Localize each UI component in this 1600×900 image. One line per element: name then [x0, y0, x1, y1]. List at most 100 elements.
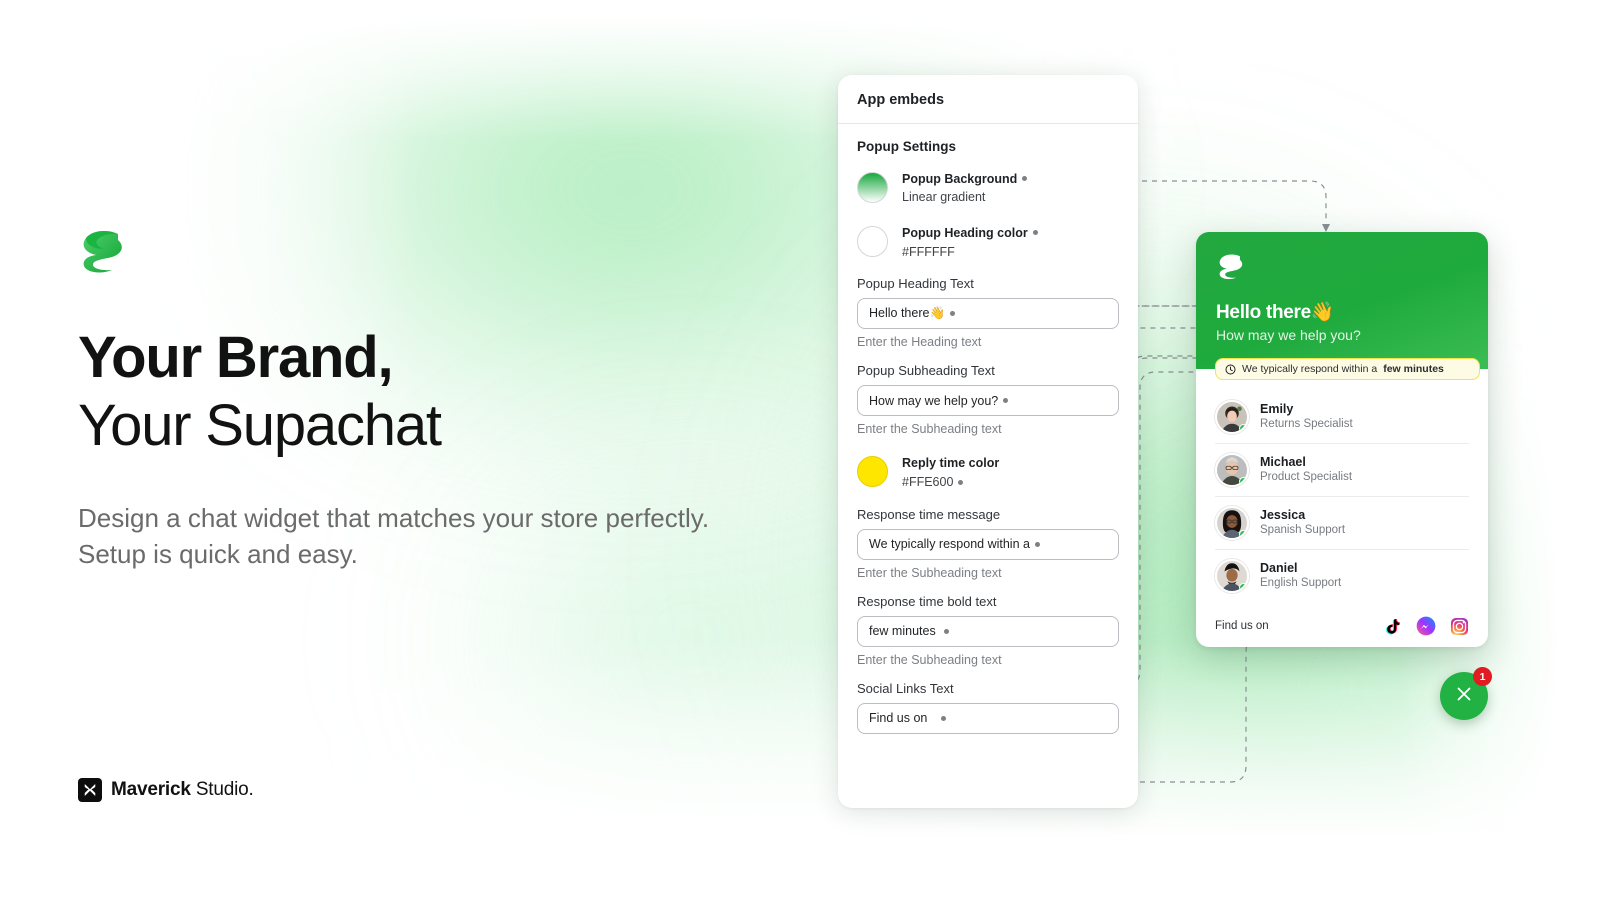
widget-footer: Find us on	[1196, 602, 1488, 636]
input-response-time-bold-text-value: few minutes	[869, 624, 936, 639]
connector-dot	[1022, 176, 1028, 182]
widget-subheading: How may we help you?	[1216, 327, 1361, 343]
input-response-time-bold-text[interactable]: few minutes	[857, 615, 1119, 647]
connector-dot	[1032, 230, 1038, 236]
agent-info: Emily Returns Specialist	[1260, 402, 1353, 433]
connector-dot	[943, 628, 949, 634]
app-embeds-panel: App embeds Popup Settings Popup Backgrou…	[838, 75, 1138, 808]
popup-heading-color-swatch[interactable]	[857, 225, 888, 257]
agent-list-item[interactable]: Daniel English Support	[1215, 550, 1469, 602]
popup-heading-color-label: Popup Heading color	[902, 226, 1028, 241]
headline-line-1: Your Brand,	[78, 325, 394, 390]
agent-name: Michael	[1260, 454, 1306, 469]
reply-time-color-text: Reply time color #FFE600	[902, 452, 999, 490]
widget-header: Hello there👋 How may we help you? We typ…	[1196, 232, 1488, 380]
unread-badge: 1	[1473, 667, 1492, 686]
avatar	[1215, 506, 1249, 540]
close-icon	[1453, 683, 1475, 710]
input-popup-subheading-text-value: How may we help you?	[869, 393, 999, 408]
input-popup-heading-text[interactable]: Hello there👋	[857, 298, 1119, 330]
reply-time-color-label: Reply time color	[902, 456, 1000, 471]
connector-dot	[958, 480, 964, 486]
connector-dot	[1034, 541, 1040, 547]
online-status-dot	[1239, 477, 1247, 485]
chat-widget-preview: Hello there👋 How may we help you? We typ…	[1196, 232, 1488, 647]
reply-banner-text: We typically respond within a	[1242, 363, 1378, 375]
panel-title: App embeds	[857, 92, 945, 108]
popup-background-text: Popup Background Linear gradient	[902, 168, 1028, 206]
connector-dot	[950, 311, 956, 317]
agent-list: Emily Returns Specialist Michael Product…	[1196, 369, 1488, 602]
help-response-time-message: Enter the Subheading text	[857, 565, 1002, 580]
agent-list-item[interactable]: Michael Product Specialist	[1215, 444, 1469, 497]
brand-name-light: Studio.	[190, 779, 254, 800]
agent-info: Michael Product Specialist	[1260, 455, 1352, 486]
input-response-time-message[interactable]: We typically respond within a	[857, 528, 1119, 560]
online-status-dot	[1239, 583, 1247, 591]
agent-info: Jessica Spanish Support	[1260, 508, 1345, 539]
supachat-s-logo-icon	[78, 230, 126, 274]
agent-role: English Support	[1260, 577, 1342, 590]
popup-heading-color-value: #FFFFFF	[902, 244, 955, 259]
background-fade-top	[0, 0, 1600, 140]
avatar	[1215, 453, 1249, 487]
connector-dot	[1003, 398, 1009, 404]
popup-heading-color-text: Popup Heading color #FFFFFF	[902, 222, 1038, 260]
label-popup-heading-text: Popup Heading Text	[857, 276, 974, 292]
maverick-logo-icon	[78, 778, 102, 802]
help-response-time-bold-text: Enter the Subheading text	[857, 652, 1002, 667]
page-title: Your Brand, Your Supachat	[78, 324, 778, 461]
help-popup-subheading-text: Enter the Subheading text	[857, 422, 1002, 437]
agent-role: Spanish Support	[1260, 524, 1346, 537]
agent-name: Emily	[1260, 401, 1294, 416]
reply-banner-bold: few minutes	[1383, 363, 1444, 375]
clock-icon	[1225, 363, 1236, 375]
agent-name: Daniel	[1260, 560, 1298, 575]
panel-body: Popup Settings Popup Background Linear g…	[838, 124, 1138, 734]
avatar	[1215, 400, 1249, 434]
label-response-time-bold-text: Response time bold text	[857, 593, 997, 609]
instagram-icon[interactable]	[1450, 617, 1469, 636]
connector-dot	[941, 715, 947, 721]
brand-name: Maverick Studio.	[111, 779, 254, 801]
agent-role: Returns Specialist	[1260, 418, 1353, 431]
hero-section: Your Brand, Your Supachat Design a chat …	[78, 230, 778, 573]
input-popup-subheading-text[interactable]: How may we help you?	[857, 385, 1119, 417]
agent-name: Jessica	[1260, 507, 1306, 522]
setting-reply-time-color[interactable]: Reply time color #FFE600	[857, 452, 1119, 490]
social-links	[1383, 616, 1469, 636]
online-status-dot	[1239, 424, 1247, 432]
label-popup-subheading-text: Popup Subheading Text	[857, 363, 995, 379]
agent-info: Daniel English Support	[1260, 561, 1341, 592]
popup-settings-title: Popup Settings	[857, 139, 956, 154]
input-social-links-text-value: Find us on	[869, 711, 928, 726]
widget-heading: Hello there👋	[1216, 302, 1335, 323]
help-popup-heading-text: Enter the Heading text	[857, 335, 982, 350]
agent-list-item[interactable]: Jessica Spanish Support	[1215, 497, 1469, 550]
online-status-dot	[1239, 530, 1247, 538]
reply-time-banner: We typically respond within a few minute…	[1215, 358, 1480, 380]
input-response-time-message-value: We typically respond within a	[869, 537, 1030, 552]
input-social-links-text[interactable]: Find us on	[857, 702, 1119, 734]
reply-time-color-swatch[interactable]	[857, 455, 888, 487]
agent-list-item[interactable]: Emily Returns Specialist	[1215, 391, 1469, 444]
panel-header: App embeds	[838, 75, 1138, 124]
setting-popup-background[interactable]: Popup Background Linear gradient	[857, 168, 1119, 206]
popup-background-label: Popup Background	[902, 172, 1018, 186]
setting-popup-heading-color[interactable]: Popup Heading color #FFFFFF	[857, 222, 1119, 260]
label-social-links-text: Social Links Text	[857, 680, 954, 696]
background-fade-bottom	[0, 640, 1600, 900]
messenger-icon[interactable]	[1416, 616, 1436, 636]
chat-close-button[interactable]: 1	[1440, 667, 1492, 720]
label-response-time-message: Response time message	[857, 506, 1001, 522]
tiktok-icon[interactable]	[1383, 617, 1402, 636]
popup-background-value: Linear gradient	[902, 190, 986, 205]
agent-role: Product Specialist	[1260, 471, 1353, 484]
reply-time-color-value: #FFE600	[902, 474, 999, 491]
reply-time-color-hex: #FFE600	[902, 474, 954, 489]
popup-background-swatch[interactable]	[857, 171, 888, 203]
avatar	[1215, 559, 1249, 593]
hero-subcopy: Design a chat widget that matches your s…	[78, 502, 710, 569]
maverick-studio-brand: Maverick Studio.	[78, 778, 254, 802]
headline-line-2: Your Supachat	[78, 393, 442, 459]
